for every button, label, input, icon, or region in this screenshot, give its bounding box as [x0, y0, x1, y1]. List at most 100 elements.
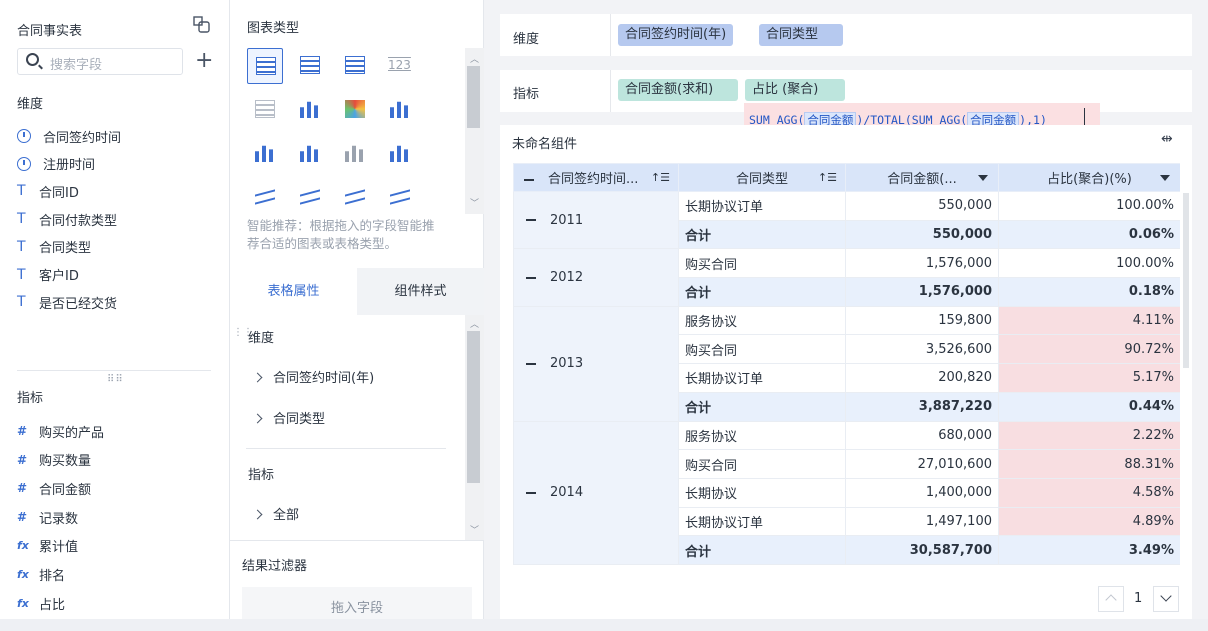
type-cell: 服务协议	[678, 420, 846, 451]
table-row: 2013 服务协议 159,800 4.11%	[513, 305, 1180, 422]
resize-handle[interactable]: ⠿⠿	[107, 374, 124, 385]
tab-table-properties[interactable]: 表格属性	[230, 268, 357, 315]
dimension-field-item[interactable]: T 合同类型	[17, 237, 91, 257]
props-dim-item-1[interactable]: 合同类型	[252, 408, 325, 427]
field-label: 注册时间	[43, 158, 96, 174]
stacked-bar-icon[interactable]	[382, 92, 418, 128]
mea-chip-ratio[interactable]: 占比 (聚合)	[745, 79, 845, 101]
field-label: 购买的产品	[39, 425, 105, 441]
header-year[interactable]: 合同签约时间... ↑☰	[513, 163, 679, 192]
dim-chip-year[interactable]: 合同签约时间(年)	[618, 24, 734, 46]
dropdown-icon[interactable]	[978, 175, 988, 181]
step-bar-icon[interactable]	[382, 136, 418, 172]
measure-field-item[interactable]: # 购买数量	[17, 450, 91, 470]
ratio-cell: 2.22%	[998, 420, 1180, 451]
field-label: 合同金额	[39, 482, 92, 498]
text-type-icon: T	[17, 294, 26, 311]
field-label: 合同付款类型	[39, 213, 118, 229]
property-scrollbar[interactable]: ︿ ﹀	[465, 315, 484, 540]
mea-chip-amount[interactable]: 合同金额(求和)	[618, 79, 738, 101]
table-scrollbar[interactable]	[1182, 193, 1190, 573]
collapse-icon[interactable]	[526, 219, 536, 222]
amount-cell: 159,800	[845, 305, 999, 336]
heatmap-icon[interactable]	[337, 92, 373, 128]
amount-cell: 200,820	[845, 363, 999, 393]
field-label: 是否已经交货	[39, 296, 118, 312]
measure-field-item[interactable]: fx 累计值	[17, 536, 78, 556]
measure-field-item[interactable]: # 购买的产品	[17, 421, 104, 441]
measure-field-item[interactable]: # 合同金额	[17, 478, 91, 498]
grouped-column-icon[interactable]	[292, 136, 328, 172]
year-group-cell[interactable]: 2014	[513, 420, 679, 565]
divider	[17, 370, 211, 371]
chart-type-scrollbar[interactable]: ︿ ﹀	[465, 48, 484, 214]
component-title: 未命名组件	[512, 137, 578, 152]
amount-cell: 1,576,000	[845, 248, 999, 279]
ratio-cell: 4.58%	[998, 477, 1180, 508]
add-field-icon[interactable]: +	[195, 50, 213, 72]
amount-cell: 680,000	[845, 420, 999, 451]
type-cell: 购买合同	[678, 334, 846, 365]
table-small-icon[interactable]	[247, 92, 283, 128]
header-amount[interactable]: 合同金额(...	[845, 163, 999, 192]
dropdown-icon[interactable]	[1160, 175, 1170, 181]
dimension-field-item[interactable]: T 合同付款类型	[17, 209, 117, 229]
fit-width-icon[interactable]: ⇹	[1161, 131, 1173, 147]
search-placeholder: 搜索字段	[50, 58, 103, 73]
props-dim-item-0[interactable]: 合同签约时间(年)	[252, 367, 374, 386]
dim-chip-type[interactable]: 合同类型	[759, 24, 843, 46]
header-type[interactable]: 合同类型 ↑☰	[678, 163, 846, 192]
amount-cell: 3,526,600	[845, 334, 999, 365]
dimension-field-item[interactable]: 注册时间	[17, 154, 95, 174]
filter-drop-zone[interactable]: 拖入字段	[242, 587, 472, 619]
year-group-cell[interactable]: 2013	[513, 305, 679, 422]
ratio-cell: 100.00%	[998, 248, 1180, 279]
radar-icon[interactable]	[337, 180, 373, 216]
prev-page-button[interactable]	[1098, 586, 1124, 612]
table-detail-icon[interactable]	[292, 48, 328, 84]
collapse-icon[interactable]	[526, 362, 536, 365]
clock-icon	[17, 156, 31, 171]
line-point-icon[interactable]	[292, 180, 328, 216]
ratio-cell: 100.00%	[998, 191, 1180, 221]
switch-dataset-icon[interactable]	[193, 16, 211, 34]
dimension-field-item[interactable]: T 合同ID	[17, 181, 79, 201]
drop-zone-label: 拖入字段	[330, 601, 383, 616]
props-mea-all[interactable]: 全部	[252, 504, 299, 523]
field-label: 合同签约时间	[43, 130, 122, 146]
table-grouped-icon[interactable]	[247, 48, 283, 84]
table-cross-icon[interactable]	[337, 48, 373, 84]
type-cell: 合计	[678, 535, 846, 565]
fx-icon: fx	[17, 539, 29, 553]
next-page-button[interactable]	[1153, 586, 1179, 612]
area-icon[interactable]	[382, 180, 418, 216]
dimension-field-item[interactable]: T 客户ID	[17, 265, 79, 285]
multi-line-icon[interactable]	[247, 180, 283, 216]
measure-field-item[interactable]: fx 排名	[17, 565, 65, 585]
header-ratio[interactable]: 占比(聚合)(%)	[998, 163, 1180, 192]
kpi-icon[interactable]: 123	[382, 48, 418, 84]
amount-cell: 1,400,000	[845, 477, 999, 508]
search-field-input[interactable]: 搜索字段	[17, 48, 183, 75]
collapse-icon[interactable]	[526, 491, 536, 494]
year-group-cell[interactable]: 2011	[513, 190, 679, 250]
column-icon[interactable]	[247, 136, 283, 172]
hash-icon: #	[17, 481, 28, 496]
measure-field-item[interactable]: fx 占比	[17, 593, 65, 613]
sort-icon[interactable]: ↑☰	[651, 171, 670, 184]
measure-field-item[interactable]: # 记录数	[17, 507, 78, 527]
hash-calc-icon: #	[17, 510, 28, 525]
ratio-cell: 4.89%	[998, 506, 1180, 537]
chevron-right-icon	[252, 372, 263, 383]
year-group-cell[interactable]: 2012	[513, 248, 679, 307]
dimension-field-item[interactable]: T 是否已经交货	[17, 292, 117, 312]
sort-icon[interactable]: ↑☰	[818, 171, 837, 184]
range-bar-icon[interactable]	[337, 136, 373, 172]
collapse-icon[interactable]	[526, 276, 536, 279]
chevron-right-icon	[252, 413, 263, 424]
type-cell: 长期协议订单	[678, 506, 846, 537]
tab-component-style[interactable]: 组件样式	[357, 268, 484, 315]
dot-matrix-icon[interactable]	[292, 92, 328, 128]
dimension-shelf-label: 维度	[513, 32, 540, 47]
dimension-field-item[interactable]: 合同签约时间	[17, 126, 121, 146]
